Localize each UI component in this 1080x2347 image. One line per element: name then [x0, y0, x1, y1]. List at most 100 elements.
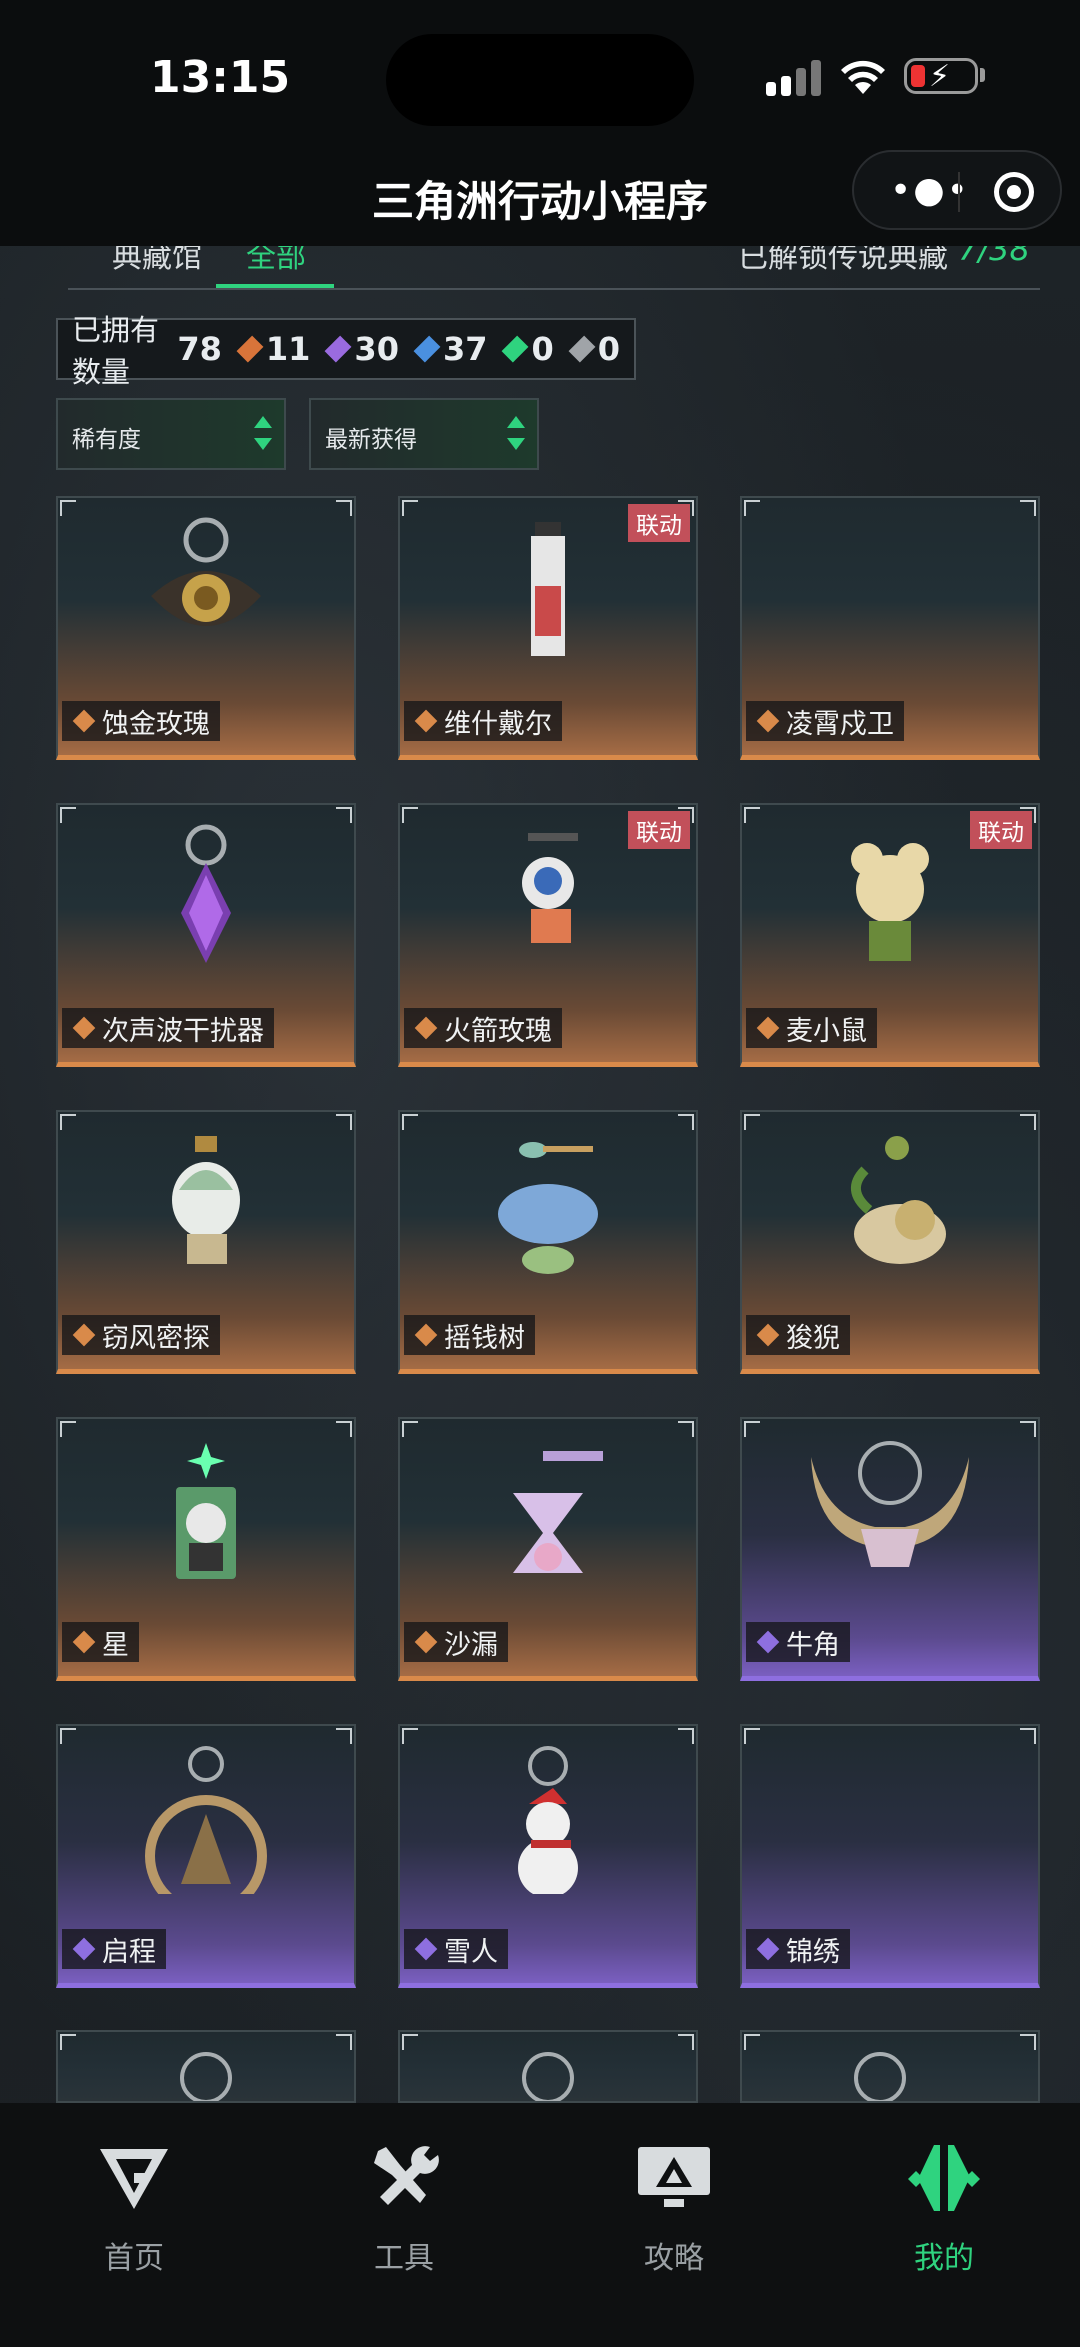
item-card[interactable]: 凌霄戍卫: [740, 496, 1040, 760]
frame-corner: [60, 1114, 76, 1130]
item-label: 麦小鼠: [746, 1008, 877, 1048]
frame-corner: [402, 1114, 418, 1130]
item-image: [473, 823, 623, 977]
item-card[interactable]: 次声波干扰器: [56, 803, 356, 1067]
frame-corner: [336, 1421, 352, 1437]
item-card[interactable]: 牛角: [740, 1417, 1040, 1681]
item-card[interactable]: 摇钱树: [398, 1110, 698, 1374]
unlock-label: 已解锁传说典藏: [738, 246, 948, 275]
nav-home-label: 首页: [104, 2241, 164, 2276]
frame-corner: [402, 1728, 418, 1744]
keyring-icon: [180, 2052, 232, 2101]
signal-icon: [766, 58, 822, 96]
rarity-gem-icon: [756, 1630, 780, 1654]
acquired-sort-label: 最新获得: [325, 427, 417, 453]
item-image: [473, 1744, 623, 1898]
rarity-gem-icon: [414, 1323, 438, 1347]
owned-stats: 已拥有数量 78 11 30 37 0 0: [56, 313, 636, 389]
legendary-count: 11: [265, 330, 311, 368]
frame-corner: [1020, 1728, 1036, 1744]
nav-guide[interactable]: 攻略: [604, 2143, 744, 2277]
item-card[interactable]: 锦绣: [740, 1724, 1040, 1988]
item-card[interactable]: 联动 维什戴尔: [398, 496, 698, 760]
item-label: 星: [62, 1622, 139, 1662]
uncommon-gem-icon: [502, 335, 529, 363]
item-name: 摇钱树: [444, 1322, 525, 1354]
nav-profile[interactable]: 我的: [874, 2143, 1014, 2277]
collab-badge: 联动: [970, 811, 1032, 849]
item-name: 锦绣: [786, 1936, 840, 1968]
rare-gem-icon: [413, 335, 441, 363]
battery-icon: ⚡: [904, 58, 978, 94]
rarity-filter-label: 稀有度: [72, 427, 141, 453]
sort-arrows-icon: [254, 414, 272, 454]
item-card[interactable]: 启程: [56, 1724, 356, 1988]
frame-corner: [60, 500, 76, 516]
item-card[interactable]: [398, 2030, 698, 2103]
item-name: 麦小鼠: [786, 1015, 867, 1047]
nav-tools[interactable]: 工具: [334, 2143, 474, 2277]
frame-corner: [336, 1114, 352, 1130]
mini-program-header: 三角洲行动小程序 •●•: [0, 140, 1080, 246]
rarity-gem-icon: [756, 1016, 780, 1040]
item-name: 维什戴尔: [444, 708, 552, 740]
profile-logo-icon: [908, 2145, 980, 2211]
item-card[interactable]: 沙漏: [398, 1417, 698, 1681]
item-card[interactable]: 雪人: [398, 1724, 698, 1988]
tab-all[interactable]: 全部: [246, 246, 306, 276]
status-time: 13:15: [150, 52, 291, 103]
item-image: [473, 516, 623, 670]
unlock-value: 7/38: [958, 246, 1030, 268]
rare-count: 37: [442, 330, 488, 368]
sort-arrows-icon: [507, 414, 525, 454]
frame-corner: [60, 807, 76, 823]
item-name: 狻猊: [786, 1322, 840, 1354]
item-image: [131, 823, 281, 977]
legendary-gem-icon: [236, 335, 264, 363]
item-card[interactable]: [740, 2030, 1040, 2103]
acquired-sort-filter[interactable]: 最新获得: [309, 398, 539, 470]
bottom-navigation: 首页 工具 攻略 我的: [0, 2103, 1080, 2347]
frame-corner: [678, 1728, 694, 1744]
item-card[interactable]: 窃风密探: [56, 1110, 356, 1374]
item-image: [131, 516, 281, 670]
collection-tabs: 典藏馆 全部 已解锁传说典藏 7/38: [0, 246, 1080, 292]
owned-count: 78: [177, 330, 222, 368]
item-name: 雪人: [444, 1936, 498, 1968]
wifi-icon: [841, 60, 885, 94]
item-card[interactable]: 星: [56, 1417, 356, 1681]
item-card[interactable]: 联动 火箭玫瑰: [398, 803, 698, 1067]
item-image: [131, 1744, 281, 1917]
target-circle-icon[interactable]: [994, 172, 1034, 212]
item-card[interactable]: 联动麦小鼠: [740, 803, 1040, 1067]
frame-corner: [744, 1728, 760, 1744]
item-card[interactable]: [56, 2030, 356, 2103]
keyring-icon: [854, 2052, 906, 2101]
frame-corner: [1020, 1114, 1036, 1130]
rarity-gem-icon: [72, 1630, 96, 1654]
nav-home[interactable]: 首页: [64, 2143, 204, 2277]
item-label: 火箭玫瑰: [404, 1008, 562, 1048]
item-label: 蚀金玫瑰: [62, 701, 220, 741]
frame-corner: [336, 1728, 352, 1744]
epic-gem-icon: [325, 335, 352, 363]
home-logo-icon: [100, 2149, 168, 2209]
item-name: 沙漏: [444, 1629, 498, 1661]
item-card[interactable]: 狻猊: [740, 1110, 1040, 1374]
rarity-gem-icon: [72, 1937, 96, 1961]
frame-corner: [60, 1728, 76, 1744]
tab-collection-hall[interactable]: 典藏馆: [112, 246, 202, 276]
item-image: [805, 1437, 975, 1591]
rarity-gem-icon: [756, 1937, 780, 1961]
uncommon-count: 0: [531, 330, 554, 368]
frame-corner: [402, 807, 418, 823]
item-card[interactable]: 蚀金玫瑰: [56, 496, 356, 760]
item-name: 蚀金玫瑰: [102, 708, 210, 740]
item-name: 窃风密探: [102, 1322, 210, 1354]
rarity-gem-icon: [414, 1630, 438, 1654]
rarity-gem-icon: [72, 1016, 96, 1040]
owned-label: 已拥有数量: [72, 313, 160, 389]
dynamic-island: [386, 34, 694, 126]
rarity-filter[interactable]: 稀有度: [56, 398, 286, 470]
item-label: 启程: [62, 1929, 166, 1969]
